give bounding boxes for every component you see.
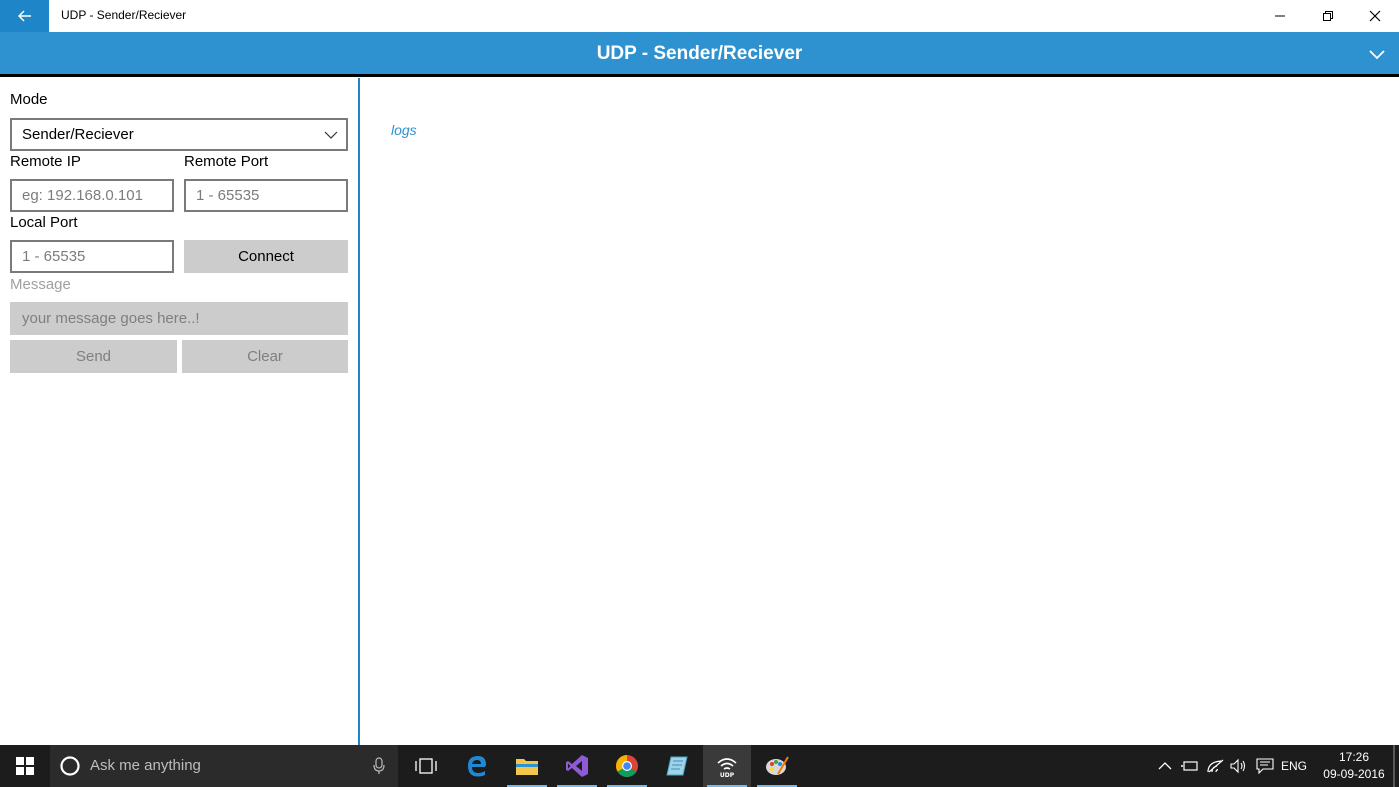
app-header: UDP - Sender/Reciever xyxy=(0,32,1399,77)
mode-label: Mode xyxy=(10,91,48,108)
minimize-button[interactable] xyxy=(1257,0,1303,32)
logs-text: logs xyxy=(391,122,417,138)
remote-port-label: Remote Port xyxy=(184,153,269,170)
chevron-down-icon xyxy=(324,131,338,139)
chevron-down-icon[interactable] xyxy=(1367,44,1387,64)
send-button[interactable]: Send xyxy=(10,340,177,373)
cortana-search-box[interactable]: Ask me anything xyxy=(50,745,398,787)
taskbar: Ask me anything UDP ENG 17:26 09-09-2016 xyxy=(0,745,1399,787)
paint-taskbar-button[interactable] xyxy=(753,745,801,787)
pane-divider xyxy=(358,78,360,745)
udp-wifi-icon: UDP xyxy=(717,758,737,778)
close-button[interactable] xyxy=(1352,0,1398,32)
window-title: UDP - Sender/Reciever xyxy=(61,8,187,22)
udp-app-taskbar-button[interactable]: UDP xyxy=(703,745,751,787)
message-input[interactable]: your message goes here..! xyxy=(10,302,348,335)
message-label: Message xyxy=(10,276,71,293)
action-center-icon[interactable] xyxy=(1256,758,1274,774)
edge-icon xyxy=(468,756,486,777)
back-button[interactable] xyxy=(0,0,49,32)
visual-studio-icon xyxy=(566,755,588,777)
app-title: UDP - Sender/Reciever xyxy=(596,43,803,64)
volume-icon[interactable] xyxy=(1230,758,1248,774)
search-placeholder: Ask me anything xyxy=(90,757,201,774)
start-button[interactable] xyxy=(0,745,50,787)
chrome-taskbar-button[interactable] xyxy=(603,745,651,787)
chrome-icon xyxy=(616,755,638,777)
visual-studio-taskbar-button[interactable] xyxy=(553,745,601,787)
window-titlebar: UDP - Sender/Reciever xyxy=(0,0,1399,32)
remote-ip-label: Remote IP xyxy=(10,153,81,170)
restore-button[interactable] xyxy=(1305,0,1351,32)
remote-ip-placeholder: eg: 192.168.0.101 xyxy=(22,187,143,204)
microphone-icon[interactable] xyxy=(372,757,386,775)
restore-icon xyxy=(1323,11,1333,21)
task-view-icon xyxy=(415,758,437,774)
mode-select[interactable]: Sender/Reciever xyxy=(10,118,348,151)
file-explorer-taskbar-button[interactable] xyxy=(503,745,551,787)
local-port-input[interactable]: 1 - 65535 xyxy=(10,240,174,273)
show-desktop-button[interactable] xyxy=(1393,745,1395,787)
wifi-icon[interactable] xyxy=(1207,758,1225,774)
app-taskbar-button[interactable] xyxy=(653,745,701,787)
folder-icon xyxy=(516,759,538,775)
language-indicator[interactable]: ENG xyxy=(1281,759,1307,773)
close-icon xyxy=(1369,10,1381,22)
local-port-label: Local Port xyxy=(10,214,78,231)
windows-logo-icon xyxy=(16,757,34,775)
paint-palette-icon xyxy=(766,756,789,775)
battery-icon[interactable] xyxy=(1181,759,1199,773)
document-app-icon xyxy=(666,756,688,776)
clear-button[interactable]: Clear xyxy=(182,340,348,373)
message-placeholder: your message goes here..! xyxy=(22,310,200,327)
remote-port-input[interactable]: 1 - 65535 xyxy=(184,179,348,212)
clock-time[interactable]: 17:26 xyxy=(1338,750,1370,764)
svg-text:UDP: UDP xyxy=(720,772,735,778)
settings-pane: Mode Sender/Reciever Remote IP Remote Po… xyxy=(0,78,358,745)
edge-taskbar-button[interactable] xyxy=(453,745,501,787)
back-arrow-icon xyxy=(17,10,31,22)
minimize-icon xyxy=(1275,15,1285,17)
chevron-up-icon[interactable] xyxy=(1158,760,1172,772)
clock-date[interactable]: 09-09-2016 xyxy=(1322,767,1386,781)
connect-button[interactable]: Connect xyxy=(184,240,348,273)
remote-port-placeholder: 1 - 65535 xyxy=(196,187,260,204)
remote-ip-input[interactable]: eg: 192.168.0.101 xyxy=(10,179,174,212)
local-port-placeholder: 1 - 65535 xyxy=(22,248,86,265)
cortana-circle-icon xyxy=(60,756,80,776)
mode-select-value: Sender/Reciever xyxy=(22,126,134,143)
task-view-button[interactable] xyxy=(402,745,450,787)
